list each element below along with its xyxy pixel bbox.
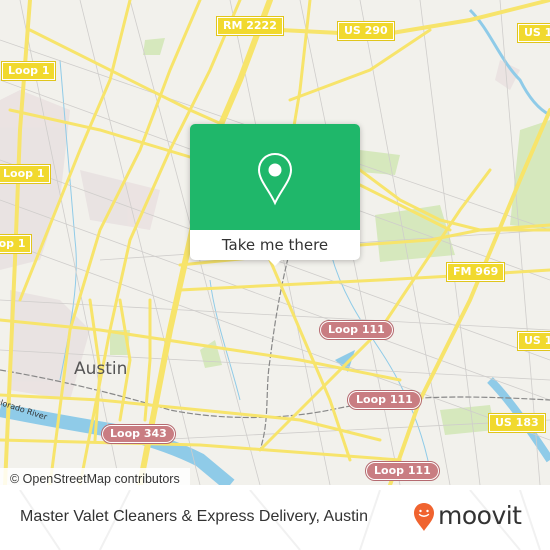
route-shield-loop-111: Loop 111 bbox=[347, 390, 422, 410]
take-me-there-button[interactable]: Take me there bbox=[190, 230, 360, 260]
route-shield-us-183: US 183 bbox=[488, 413, 546, 433]
moovit-wordmark: moovit bbox=[438, 501, 522, 530]
route-shield-rm-2222: RM 2222 bbox=[216, 16, 284, 36]
route-shield-loop-111: Loop 111 bbox=[319, 320, 394, 340]
route-shield-loop-1: Loop 1 bbox=[0, 234, 33, 254]
moovit-pin-icon bbox=[414, 503, 434, 531]
destination-popup: Take me there bbox=[190, 124, 360, 266]
moovit-logo[interactable]: moovit bbox=[413, 501, 522, 532]
route-shield-us-290: US 290 bbox=[337, 21, 395, 41]
map-attribution[interactable]: © OpenStreetMap contributors bbox=[0, 468, 190, 490]
city-label-austin: Austin bbox=[74, 359, 128, 379]
route-shield-loop-111: Loop 111 bbox=[365, 461, 440, 481]
route-shield-loop-343: Loop 343 bbox=[101, 424, 176, 444]
route-shield-loop-1: Loop 1 bbox=[0, 61, 57, 81]
location-pin-icon bbox=[257, 152, 293, 206]
route-shield-us-183: US 183 bbox=[517, 23, 550, 43]
route-shield-fm-969: FM 969 bbox=[445, 262, 506, 282]
route-shield-loop-1: Loop 1 bbox=[0, 164, 52, 184]
map[interactable]: Loop 1 Loop 1 Loop 1 RM 2222 US 290 US 1… bbox=[0, 0, 550, 485]
popup-pointer bbox=[267, 258, 283, 266]
route-shield-us-183: US 183 bbox=[517, 331, 550, 351]
place-name: Master Valet Cleaners & Express Delivery… bbox=[20, 508, 368, 525]
